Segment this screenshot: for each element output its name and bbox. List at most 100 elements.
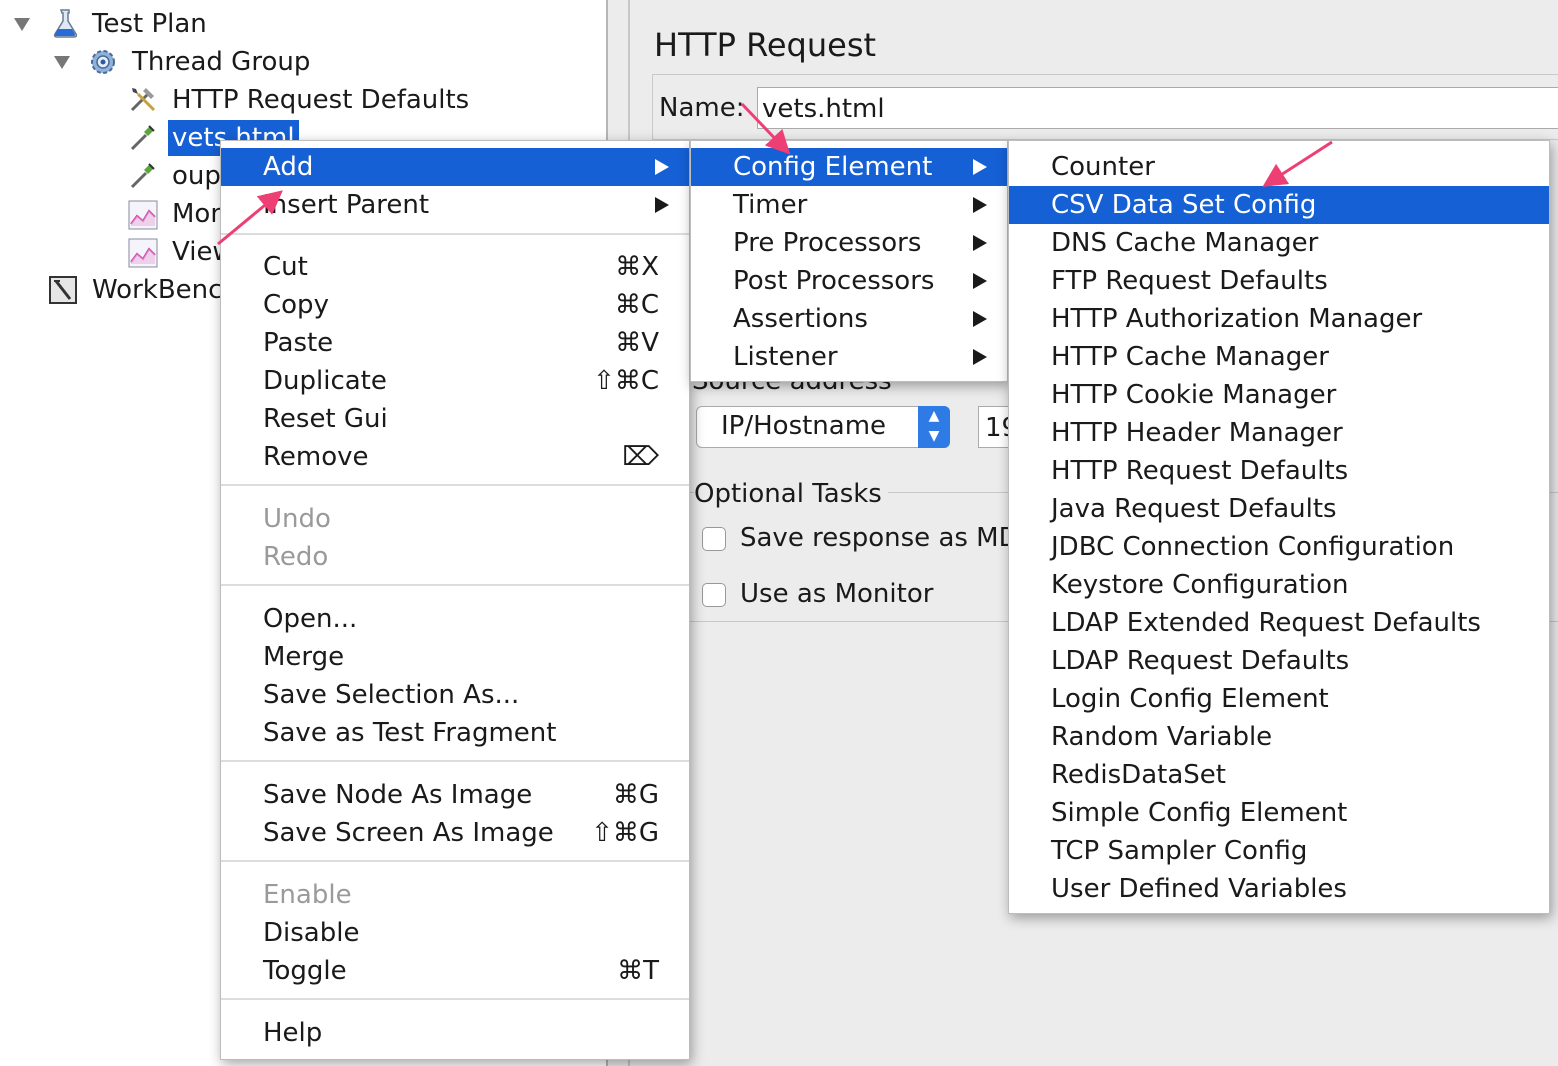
page-title: HTTP Request [654,26,877,64]
submenu-arrow-icon [973,197,987,213]
menu-item-tcp-sampler-config[interactable]: TCP Sampler Config [1009,832,1549,870]
menu-item-jdbc-connection-configuration[interactable]: JDBC Connection Configuration [1009,528,1549,566]
menu-item-counter[interactable]: Counter [1009,148,1549,186]
menu-item-label: DNS Cache Manager [1051,228,1319,258]
menu-item-open[interactable]: Open... [221,600,689,638]
menu-item-reset-gui[interactable]: Reset Gui [221,400,689,438]
expand-toggle-icon[interactable] [14,18,30,31]
menu-item-label: HTTP Request Defaults [1051,456,1349,486]
menu-item-csv-data-set-config[interactable]: CSV Data Set Config [1009,186,1549,224]
shortcut-label: ⌘V [615,328,659,358]
expand-toggle-icon[interactable] [54,56,70,69]
menu-item-redisdataset[interactable]: RedisDataSet [1009,756,1549,794]
menu-item-disable[interactable]: Disable [221,914,689,952]
menu-item-merge[interactable]: Merge [221,638,689,676]
menu-item-java-request-defaults[interactable]: Java Request Defaults [1009,490,1549,528]
menu-item-copy[interactable]: Copy ⌘C [221,286,689,324]
delete-key-icon: ⌦ [622,442,659,472]
source-address-type-select[interactable]: IP/Hostname ▲ ▼ [696,406,950,448]
graph-icon [128,238,158,268]
name-input[interactable]: vets.html [757,87,1558,129]
menu-item-http-authorization-manager[interactable]: HTTP Authorization Manager [1009,300,1549,338]
menu-item-label: CSV Data Set Config [1051,190,1317,220]
menu-item-add[interactable]: Add [221,148,689,186]
shortcut-label: ⇧⌘C [593,366,659,396]
menu-item-assertions[interactable]: Assertions [691,300,1007,338]
menu-item-remove[interactable]: Remove ⌦ [221,438,689,476]
menu-item-http-cookie-manager[interactable]: HTTP Cookie Manager [1009,376,1549,414]
menu-item-http-header-manager[interactable]: HTTP Header Manager [1009,414,1549,452]
menu-separator [221,760,689,762]
menu-item-label: HTTP Header Manager [1051,418,1343,448]
menu-item-ldap-request-defaults[interactable]: LDAP Request Defaults [1009,642,1549,680]
menu-item-label: Assertions [733,304,868,334]
menu-separator [221,860,689,862]
menu-item-ldap-extended-request-defaults[interactable]: LDAP Extended Request Defaults [1009,604,1549,642]
menu-separator [221,233,689,235]
menu-item-undo: Undo [221,500,689,538]
menu-item-timer[interactable]: Timer [691,186,1007,224]
menu-item-label: Listener [733,342,838,372]
add-submenu: Config Element Timer Pre Processors Post… [690,140,1008,382]
select-value: IP/Hostname [721,411,887,441]
menu-item-random-variable[interactable]: Random Variable [1009,718,1549,756]
use-as-monitor-label: Use as Monitor [740,579,934,609]
menu-item-help[interactable]: Help [221,1014,689,1052]
menu-item-label: Enable [263,880,352,910]
menu-item-keystore-configuration[interactable]: Keystore Configuration [1009,566,1549,604]
menu-item-label: RedisDataSet [1051,760,1226,790]
submenu-arrow-icon [655,159,669,175]
menu-item-dns-cache-manager[interactable]: DNS Cache Manager [1009,224,1549,262]
name-row: Name: vets.html [652,74,1558,140]
menu-item-label: JDBC Connection Configuration [1051,532,1455,562]
menu-item-label: Undo [263,504,331,534]
menu-item-listener[interactable]: Listener [691,338,1007,376]
menu-item-config-element[interactable]: Config Element [691,148,1007,186]
menu-item-label: HTTP Cookie Manager [1051,380,1337,410]
menu-item-label: Save Screen As Image [263,818,554,848]
menu-item-label: LDAP Extended Request Defaults [1051,608,1481,638]
menu-item-http-request-defaults[interactable]: HTTP Request Defaults [1009,452,1549,490]
menu-item-cut[interactable]: Cut ⌘X [221,248,689,286]
use-as-monitor-checkbox[interactable] [702,583,726,607]
submenu-arrow-icon [973,159,987,175]
menu-item-label: LDAP Request Defaults [1051,646,1350,676]
shortcut-label: ⌘X [615,252,659,282]
menu-item-login-config-element[interactable]: Login Config Element [1009,680,1549,718]
menu-item-label: Toggle [263,956,347,986]
menu-item-label: Remove [263,442,369,472]
menu-item-paste[interactable]: Paste ⌘V [221,324,689,362]
menu-item-save-selection-as[interactable]: Save Selection As... [221,676,689,714]
menu-item-user-defined-variables[interactable]: User Defined Variables [1009,870,1549,908]
menu-item-label: Counter [1051,152,1155,182]
shortcut-label: ⌘G [612,780,659,810]
menu-item-label: Copy [263,290,329,320]
menu-item-duplicate[interactable]: Duplicate ⇧⌘C [221,362,689,400]
menu-item-ftp-request-defaults[interactable]: FTP Request Defaults [1009,262,1549,300]
tree-item-label: HTTP Request Defaults [172,85,470,115]
tree-item-label: Thread Group [132,47,311,77]
menu-item-label: Add [263,152,314,182]
menu-item-toggle[interactable]: Toggle ⌘T [221,952,689,990]
menu-item-simple-config-element[interactable]: Simple Config Element [1009,794,1549,832]
menu-item-http-cache-manager[interactable]: HTTP Cache Manager [1009,338,1549,376]
shortcut-label: ⌘C [614,290,659,320]
menu-item-label: Save Selection As... [263,680,520,710]
save-md5-label: Save response as MD5 [740,523,1036,553]
menu-item-post-processors[interactable]: Post Processors [691,262,1007,300]
menu-item-pre-processors[interactable]: Pre Processors [691,224,1007,262]
menu-item-label: Paste [263,328,334,358]
menu-item-save-node-as-image[interactable]: Save Node As Image ⌘G [221,776,689,814]
shortcut-label: ⇧⌘G [591,818,659,848]
config-element-submenu: Counter CSV Data Set Config DNS Cache Ma… [1008,140,1550,914]
pipette-icon [130,125,155,151]
submenu-arrow-icon [973,349,987,365]
flask-icon [53,9,78,38]
menu-item-label: Pre Processors [733,228,922,258]
menu-item-save-as-test-fragment[interactable]: Save as Test Fragment [221,714,689,752]
shortcut-label: ⌘T [617,956,659,986]
menu-item-insert-parent[interactable]: Insert Parent [221,186,689,224]
select-stepper-icon[interactable]: ▲ ▼ [918,406,950,448]
save-md5-checkbox[interactable] [702,527,726,551]
menu-item-save-screen-as-image[interactable]: Save Screen As Image ⇧⌘G [221,814,689,852]
